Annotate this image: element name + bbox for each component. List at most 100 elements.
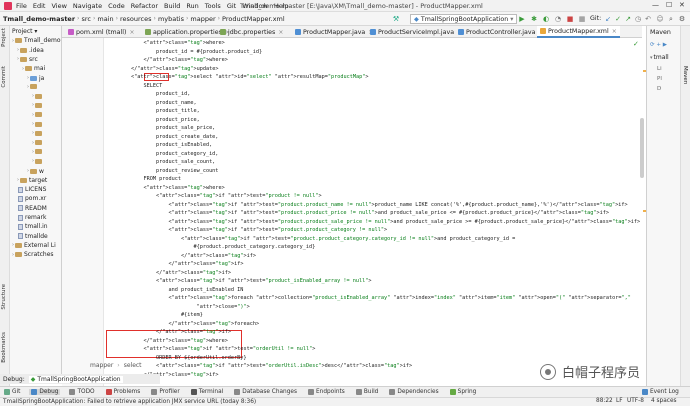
close-tab-icon[interactable]: × (129, 29, 134, 36)
code-line[interactable]: product_id = #{product.product_id} (106, 49, 262, 55)
project-tree-item[interactable]: READM (17, 205, 47, 212)
code-line[interactable]: </"attr">class="tag">foreach> (106, 321, 259, 327)
tool-window-spring[interactable]: Spring (448, 389, 479, 395)
expand-arrow-icon[interactable]: › (22, 66, 24, 72)
project-tree-item[interactable]: › ja (27, 75, 44, 82)
commit-tool-tab[interactable]: Commit (1, 66, 7, 88)
minimize-icon[interactable]: — (652, 1, 659, 9)
expand-arrow-icon[interactable]: › (32, 121, 34, 127)
project-tree-item[interactable]: › (32, 158, 44, 164)
tool-window-database-changes[interactable]: Database Changes (232, 389, 299, 395)
crumb-file[interactable]: ProductMapper.xml (222, 15, 285, 23)
code-line[interactable]: <"attr">class="tag">select "attr">id="se… (106, 74, 368, 80)
expand-arrow-icon[interactable]: › (12, 242, 14, 248)
git-commit-icon[interactable]: ✓ (614, 15, 622, 23)
stop-icon[interactable]: ■ (566, 15, 574, 23)
code-editor[interactable]: <"attr">class="tag">where> product_id = … (104, 38, 642, 388)
menu-git[interactable]: Git (227, 2, 236, 10)
project-tree-item[interactable]: pom.xr (17, 195, 46, 202)
menu-edit[interactable]: Edit (33, 2, 46, 10)
rollback-icon[interactable]: ↶ (644, 15, 652, 23)
project-tree-item[interactable]: › (32, 130, 44, 136)
code-line[interactable]: product_name, (106, 100, 197, 106)
code-line[interactable]: product_price, (106, 117, 200, 123)
git-update-icon[interactable]: ↙ (604, 15, 612, 23)
expand-arrow-icon[interactable]: › (32, 140, 34, 146)
editor-tab[interactable]: pom.xml (tmall) × (65, 26, 138, 38)
project-tree-item[interactable]: › Scratches (12, 251, 54, 258)
close-tab-icon[interactable]: × (278, 29, 283, 36)
project-tree-item[interactable]: › (32, 112, 44, 118)
code-line[interactable]: "attr">close=")"> (106, 304, 250, 310)
coverage-icon[interactable]: ◐ (542, 15, 550, 23)
code-line[interactable]: product_title, (106, 108, 200, 114)
menu-run[interactable]: Run (186, 2, 198, 10)
code-line[interactable]: product_isEnabled, (106, 142, 212, 148)
close-tab-icon[interactable]: × (612, 28, 617, 35)
expand-arrow-icon[interactable]: › (27, 168, 29, 174)
tool-window-git[interactable]: Git (2, 389, 22, 395)
expand-arrow-icon[interactable]: › (32, 93, 34, 99)
project-tree-item[interactable]: › .idea (17, 47, 44, 54)
search-icon[interactable]: ⌕ (667, 15, 675, 23)
user-icon[interactable]: ☺ (656, 15, 664, 23)
project-tree-item[interactable]: tmall.in (17, 223, 48, 230)
tool-window-debug[interactable]: Debug (29, 389, 61, 395)
code-line[interactable]: <"attr">class="tag">if "attr">test="prod… (106, 278, 372, 284)
project-tree-item[interactable]: › (32, 121, 44, 127)
code-line[interactable]: product_review_count (106, 168, 218, 174)
code-line[interactable]: product_id, (106, 91, 190, 97)
crumb-main[interactable]: main (97, 15, 113, 23)
editor-tab[interactable]: ProductMapper.java× (292, 26, 376, 38)
project-tree-item[interactable]: › External Li (12, 242, 56, 249)
code-line[interactable]: </"attr">class="tag">if> (106, 253, 256, 259)
project-tree-item[interactable]: › (32, 93, 44, 99)
caret-position[interactable]: 88:22 (596, 398, 613, 404)
code-line[interactable]: <"attr">class="tag">if "attr">test="prod… (106, 202, 627, 208)
maven-project-item[interactable]: ▾ tmall (650, 54, 669, 61)
expand-arrow-icon[interactable]: › (12, 252, 14, 258)
expand-arrow-icon[interactable]: › (17, 56, 19, 62)
expand-arrow-icon[interactable]: › (32, 102, 34, 108)
tool-window-terminal[interactable]: Terminal (189, 389, 226, 395)
crumb-mapper[interactable]: mapper (190, 15, 215, 23)
project-tree-item[interactable]: › mai (22, 65, 45, 72)
crumb-resources[interactable]: resources (120, 15, 152, 23)
indent-setting[interactable]: 4 spaces (651, 398, 677, 404)
editor-tab[interactable]: ProductMapper.xml × (537, 26, 620, 38)
code-line[interactable]: and product_isEnabled IN (106, 287, 243, 293)
grid-icon[interactable]: ▦ (578, 15, 586, 23)
code-line[interactable]: </"attr">class="tag">if> (106, 329, 231, 335)
code-line[interactable]: <"attr">class="tag">where> (106, 185, 224, 191)
code-line[interactable]: <"attr">class="tag">if "attr">test="orde… (106, 346, 315, 352)
run-config-select[interactable]: ◆ TmallSpringBootApplication ▾ (410, 14, 518, 24)
code-line[interactable]: <"attr">class="tag">if "attr">test="prod… (106, 227, 387, 233)
menu-file[interactable]: File (16, 2, 27, 10)
project-tree-item[interactable]: › (32, 149, 44, 155)
expand-arrow-icon[interactable]: › (17, 47, 19, 53)
crumb-mybatis[interactable]: mybatis (158, 15, 184, 23)
crumb-project[interactable]: Tmall_demo-master (3, 15, 75, 23)
breadcrumb-select[interactable]: select (124, 362, 142, 369)
menu-code[interactable]: Code (108, 2, 125, 10)
crumb-src[interactable]: src (81, 15, 91, 23)
tool-window-problems[interactable]: Problems (104, 389, 143, 395)
project-tree-item[interactable]: Project ▾ (12, 28, 37, 35)
code-line[interactable]: product_create_date, (106, 134, 218, 140)
project-tree-item[interactable]: › w (27, 168, 44, 175)
expand-arrow-icon[interactable]: › (32, 112, 34, 118)
code-line[interactable]: SELECT (106, 83, 162, 89)
project-tree-item[interactable]: LICENS (17, 186, 46, 193)
project-tree-item[interactable]: tmallde (17, 233, 48, 240)
code-line[interactable]: </"attr">class="tag">if> (106, 261, 243, 267)
code-line[interactable]: <"attr">class="tag">if "attr">test="prod… (106, 210, 609, 216)
history-icon[interactable]: ◷ (634, 15, 642, 23)
code-line[interactable]: </"attr">class="tag">if> (106, 270, 231, 276)
expand-arrow-icon[interactable]: › (17, 177, 19, 183)
code-line[interactable]: product_sale_count, (106, 159, 215, 165)
project-tree-item[interactable]: › (32, 140, 44, 146)
event-log-button[interactable]: Event Log (640, 389, 681, 395)
code-line[interactable]: #{product.product_category.category_id} (106, 244, 315, 250)
editor-tab[interactable]: ProductServiceImpl.java× (367, 26, 465, 38)
maven-toolbar-icons[interactable]: ⟳ + ▶ (650, 42, 667, 48)
